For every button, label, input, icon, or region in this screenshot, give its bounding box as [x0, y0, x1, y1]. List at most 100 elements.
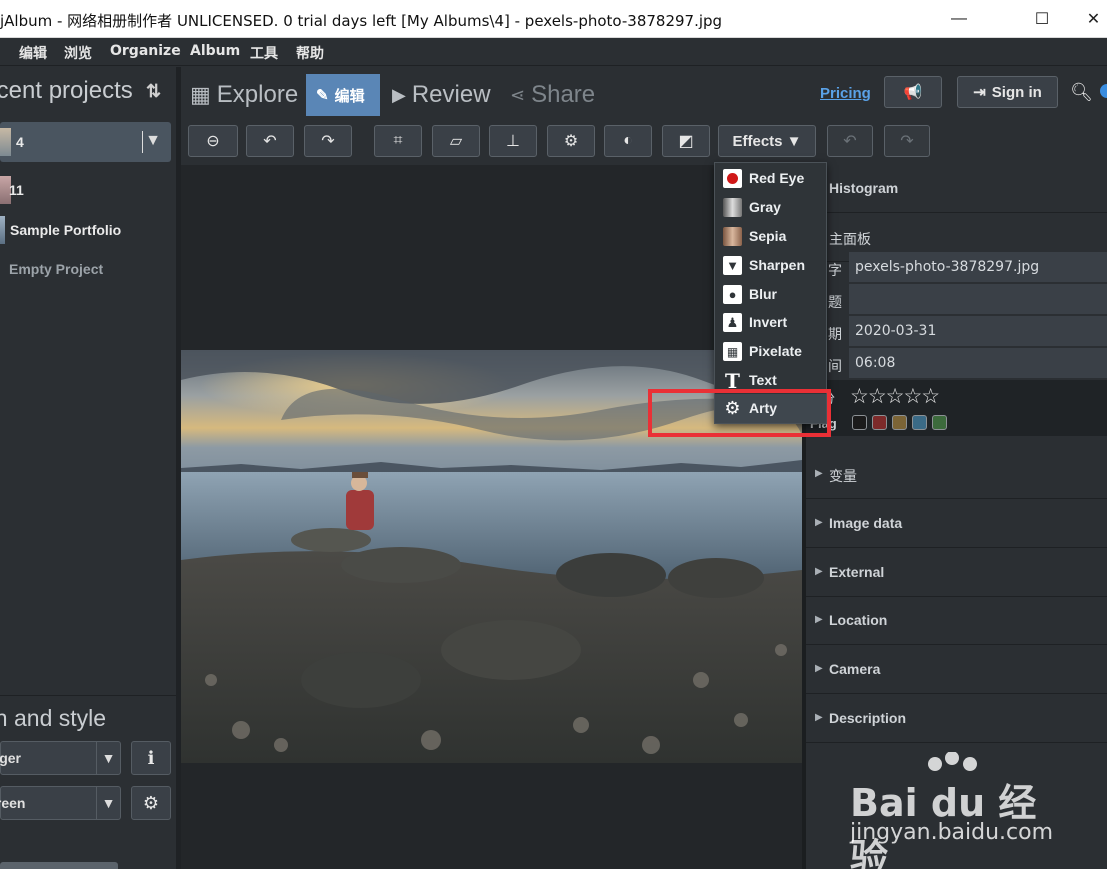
histogram-section[interactable]: Histogram — [806, 165, 1107, 213]
effect-pixelate[interactable]: ▦ Pixelate — [715, 337, 826, 366]
perspective-icon: ▱ — [449, 133, 463, 150]
divider — [0, 695, 176, 696]
sign-in-icon: ⇥ — [973, 84, 986, 101]
flag-swatch[interactable] — [852, 415, 867, 430]
flag-swatch[interactable] — [872, 415, 887, 430]
maximize-button[interactable]: ☐ — [1012, 0, 1072, 38]
zoom-out-button[interactable]: ⊖ — [188, 125, 238, 157]
title-field[interactable] — [849, 284, 1107, 315]
effect-gray[interactable]: Gray — [715, 193, 826, 222]
meta-key: 题 — [828, 295, 842, 311]
description-section[interactable]: ▶ Description — [806, 695, 1107, 743]
search-icon[interactable]: 🔍︎ — [1070, 82, 1093, 103]
flag-swatch[interactable] — [892, 415, 907, 430]
panel-tab[interactable] — [0, 862, 118, 869]
star-rating[interactable]: ☆☆☆☆☆ — [850, 384, 940, 409]
meta-row-date: 期 2020-03-31 — [806, 316, 1107, 348]
sign-in-button[interactable]: ⇥ Sign in — [957, 76, 1058, 108]
external-section[interactable]: ▶ External — [806, 549, 1107, 597]
chevron-right-icon: ▶ — [815, 468, 823, 479]
rotate-left-button[interactable]: ↶ — [246, 125, 294, 157]
section-label: Description — [829, 710, 907, 726]
location-section[interactable]: ▶ Location — [806, 597, 1107, 645]
sign-in-label: Sign in — [991, 83, 1042, 101]
level-icon: ⊥ — [506, 133, 520, 150]
project-item-sample-portfolio[interactable]: Sample Portfolio — [0, 210, 171, 250]
tab-label: Share — [531, 81, 596, 108]
flag-swatch[interactable] — [932, 415, 947, 430]
image-data-section[interactable]: ▶ Image data — [806, 500, 1107, 548]
section-label: Location — [829, 612, 888, 628]
effects-dropdown-button[interactable]: Effects ▼ — [718, 125, 816, 157]
menu-album[interactable]: Album — [190, 43, 240, 59]
effect-sepia[interactable]: Sepia — [715, 222, 826, 251]
flag-swatch[interactable] — [912, 415, 927, 430]
tab-explore[interactable]: ▦ Explore — [190, 74, 298, 116]
variables-section[interactable]: ▶ 变量 — [806, 451, 1107, 499]
share-icon: ⋖ — [510, 84, 526, 105]
crop-button[interactable]: ⌗ — [374, 125, 422, 157]
contrast-button[interactable]: ◐ — [604, 125, 652, 157]
adjust-button[interactable]: ⚙ — [547, 125, 595, 157]
menu-help[interactable]: 帮助 — [296, 43, 324, 63]
menu-bar: 编辑 浏览 Organize Album 工具 帮助 — [0, 38, 1107, 66]
tab-share[interactable]: ⋖ Share — [510, 74, 595, 116]
sort-icon[interactable]: ⇅ — [146, 81, 161, 102]
sepia-icon — [723, 227, 742, 246]
menu-edit[interactable]: 编辑 — [19, 43, 47, 63]
status-dot — [1100, 84, 1107, 98]
project-name: Sample Portfolio — [10, 222, 122, 238]
minus-circle-icon: ⊖ — [206, 133, 220, 150]
window-title: jAlbum - 网络相册制作者 UNLICENSED. 0 trial day… — [0, 12, 723, 30]
tab-label: Review — [411, 81, 491, 108]
text-icon: T — [725, 368, 740, 393]
section-label: Camera — [829, 661, 881, 677]
menu-tools[interactable]: 工具 — [250, 43, 278, 63]
perspective-button[interactable]: ▱ — [432, 125, 480, 157]
title-bar: jAlbum - 网络相册制作者 UNLICENSED. 0 trial day… — [0, 0, 1107, 38]
effect-sharpen[interactable]: ▼ Sharpen — [715, 251, 826, 280]
redo-button[interactable]: ↷ — [884, 125, 930, 157]
effect-label: Invert — [749, 314, 788, 330]
announcement-button[interactable]: 📢 — [884, 76, 942, 108]
project-item-4[interactable]: 4 ▼ — [0, 122, 171, 162]
minimize-button[interactable]: — — [929, 0, 989, 38]
effect-label: Blur — [749, 286, 777, 302]
menu-browse[interactable]: 浏览 — [64, 43, 92, 63]
date-field[interactable]: 2020-03-31 — [849, 316, 1107, 347]
style-value: Green — [0, 795, 26, 811]
menu-organize[interactable]: Organize — [110, 43, 181, 59]
straighten-button[interactable]: ⊥ — [489, 125, 537, 157]
effect-label: Pixelate — [749, 343, 802, 359]
section-label: Histogram — [829, 180, 899, 196]
undo-button[interactable]: ↶ — [827, 125, 873, 157]
rotate-right-button[interactable]: ↷ — [304, 125, 352, 157]
camera-section[interactable]: ▶ Camera — [806, 646, 1107, 694]
close-button[interactable]: ✕ — [1080, 0, 1107, 38]
effect-red-eye[interactable]: Red Eye — [715, 164, 826, 193]
rotate-left-icon: ↶ — [263, 133, 277, 150]
project-name: 4 — [16, 134, 24, 150]
style-select[interactable]: Green ▼ — [0, 786, 121, 820]
effect-blur[interactable]: ● Blur — [715, 280, 826, 309]
section-label: Image data — [829, 515, 903, 531]
pricing-link[interactable]: Pricing — [820, 85, 871, 102]
rating-flag-row: 分 ☆☆☆☆☆ Flag — [806, 380, 1107, 436]
invert-icon: ♟ — [723, 313, 742, 332]
project-name: Empty Project — [9, 261, 104, 277]
effect-invert[interactable]: ♟ Invert — [715, 308, 826, 337]
watermark-url: jingyan.baidu.com — [850, 820, 1054, 845]
recent-projects-title: Recent projects — [0, 77, 133, 104]
tab-review[interactable]: ▶ Review — [392, 74, 491, 116]
exposure-button[interactable]: ◩ — [662, 125, 710, 157]
skin-select[interactable]: Tiger ▼ — [0, 741, 121, 775]
time-field[interactable]: 06:08 — [849, 348, 1107, 379]
filename-field[interactable]: pexels-photo-3878297.jpg — [849, 252, 1107, 283]
chevron-down-icon[interactable]: ▼ — [145, 132, 161, 150]
info-icon[interactable]: ℹ — [131, 741, 171, 775]
gear-icon[interactable]: ⚙ — [131, 786, 171, 820]
project-item-11[interactable]: 11 — [0, 170, 171, 210]
project-item-empty-project[interactable]: Empty Project — [0, 249, 171, 289]
chevron-right-icon: ▶ — [815, 614, 823, 625]
tab-edit[interactable]: ✎ 编辑 — [306, 74, 380, 116]
